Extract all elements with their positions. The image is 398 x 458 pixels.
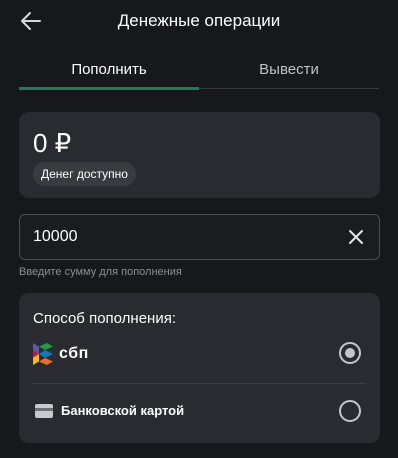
tab-withdraw[interactable]: Вывести — [199, 58, 379, 88]
radio-bank-card[interactable] — [339, 400, 361, 422]
page-title: Денежные операции — [117, 11, 281, 30]
tabs: Пополнить Вывести — [19, 58, 379, 90]
method-divider — [33, 383, 366, 384]
clear-button[interactable] — [347, 228, 365, 246]
amount-field — [19, 214, 380, 260]
radio-selected-dot — [345, 348, 355, 358]
radio-sbp[interactable] — [339, 342, 361, 364]
header: Денежные операции — [0, 0, 398, 44]
amount-helper-text: Введите сумму для пополнения — [19, 266, 182, 278]
balance-caption-badge: Денег доступно — [33, 162, 136, 186]
tab-divider — [199, 88, 379, 89]
balance-card: 0 ₽ Денег доступно — [19, 112, 380, 198]
balance-amount: 0 ₽ — [33, 128, 72, 158]
sbp-logo — [33, 343, 53, 365]
bank-card-label: Банковской картой — [61, 403, 185, 418]
payment-methods-card: Способ пополнения: сбп Банковской картой — [19, 293, 380, 443]
active-tab-indicator — [19, 87, 199, 90]
payment-method-bank-card[interactable]: Банковской картой — [19, 391, 380, 437]
tab-deposit[interactable]: Пополнить — [19, 58, 199, 88]
close-icon — [349, 230, 363, 244]
payment-methods-title: Способ пополнения: — [33, 310, 176, 327]
amount-input[interactable] — [33, 225, 333, 249]
bank-card-icon — [35, 404, 53, 418]
sbp-label: сбп — [59, 345, 89, 362]
payment-method-sbp[interactable]: сбп — [19, 333, 380, 379]
